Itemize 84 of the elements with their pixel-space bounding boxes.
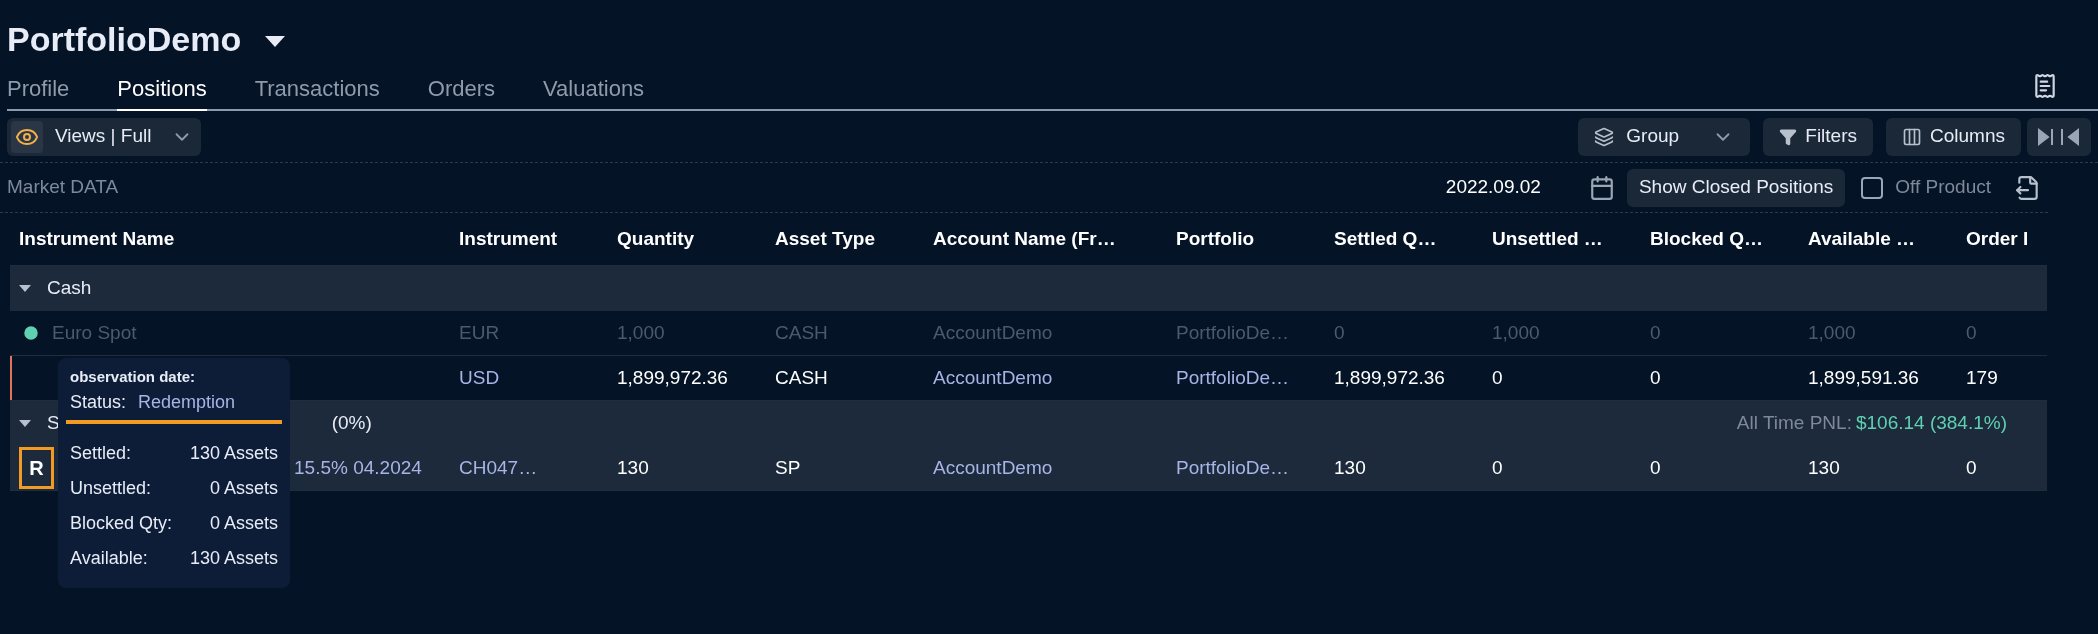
table-cell: 179 xyxy=(1966,366,1998,388)
caret-icon[interactable] xyxy=(19,284,31,293)
tooltip-value: 0 Assets xyxy=(209,511,278,535)
table-cell: 0 xyxy=(1492,456,1503,478)
table-cell: AccountDemo xyxy=(933,456,1053,478)
table-cell: 0 xyxy=(1650,366,1661,388)
views-dropdown[interactable]: Views | Full xyxy=(7,117,202,156)
receipt-icon[interactable] xyxy=(2032,73,2058,99)
table-cell: 1,899,972.36 xyxy=(617,366,728,388)
table-cell: 130 xyxy=(617,456,649,478)
tooltip-value: 130 Assets xyxy=(189,546,278,570)
checkbox-label: Off Product xyxy=(1895,175,1991,200)
clock-icon xyxy=(22,324,40,342)
filter-icon xyxy=(1779,127,1798,146)
group-share: (0%) xyxy=(331,411,372,436)
date-text: 2022.09.02 xyxy=(1445,175,1541,200)
column-header[interactable]: Blocked Q… xyxy=(1650,227,1763,249)
eye-icon xyxy=(11,120,43,153)
table-cell: 1,899,591.36 xyxy=(1808,366,1919,388)
table-cell: 130 xyxy=(1334,456,1366,478)
table-cell: SP xyxy=(775,456,801,478)
table-cell: 130 xyxy=(1808,456,1840,478)
table-cell: PortfolioDe… xyxy=(1176,321,1289,343)
group-row[interactable]: Cash xyxy=(10,266,2047,311)
tab[interactable]: Valuations xyxy=(543,72,645,111)
tooltip-heading: observation date: xyxy=(70,367,197,387)
table-cell: 0 xyxy=(1966,456,1977,478)
table-cell: PortfolioDe… xyxy=(1176,366,1289,388)
show-closed-positions-button[interactable]: Show Closed Positions xyxy=(1626,168,1846,207)
collapse-button[interactable] xyxy=(2027,117,2091,156)
table-cell: USD xyxy=(459,366,500,388)
table-cell: 1,899,972.36 xyxy=(1334,366,1445,388)
tooltip-label: Unsettled: xyxy=(70,476,152,500)
table-cell: AccountDemo xyxy=(933,366,1053,388)
status-badge[interactable]: R xyxy=(19,447,54,489)
group-dropdown[interactable]: Group xyxy=(1578,117,1751,156)
table-cell: CASH xyxy=(775,321,828,343)
table-cell: 1,000 xyxy=(1808,321,1856,343)
column-header[interactable]: Available … xyxy=(1808,227,1915,249)
table-cell: 0 xyxy=(1492,366,1503,388)
column-header[interactable]: Account Name (Fr… xyxy=(933,227,1116,249)
column-header[interactable]: Unsettled … xyxy=(1492,227,1603,249)
table-cell: CASH xyxy=(775,366,828,388)
pnl-label: All Time PNL: xyxy=(1736,411,1852,436)
table-cell: 1,000 xyxy=(1492,321,1540,343)
column-header[interactable]: Quantity xyxy=(617,227,695,249)
pnl-value: $106.14 (384.1%) xyxy=(1855,411,2007,436)
tooltip-label: Blocked Qty: xyxy=(70,511,173,535)
column-header[interactable]: Portfolio xyxy=(1176,227,1255,249)
columns-button[interactable]: Columns xyxy=(1886,117,2021,156)
table-cell: 0 xyxy=(1966,321,1977,343)
table-cell: 1,000 xyxy=(617,321,665,343)
columns-icon xyxy=(1902,126,1922,147)
table-cell: AccountDemo xyxy=(933,321,1053,343)
table-cell: EUR xyxy=(459,321,500,343)
tab[interactable]: Transactions xyxy=(254,72,380,111)
tab[interactable]: Orders xyxy=(427,72,495,111)
column-header[interactable]: Asset Type xyxy=(775,227,875,249)
layers-icon xyxy=(1594,126,1615,147)
calendar-icon[interactable] xyxy=(1588,174,1615,201)
column-header[interactable]: Instrument xyxy=(459,227,558,249)
table-cell: 0 xyxy=(1650,456,1661,478)
table-cell: 0 xyxy=(1650,321,1661,343)
tab[interactable]: Profile xyxy=(7,72,70,111)
table-cell: PortfolioDe… xyxy=(1176,456,1289,478)
group-label: Cash xyxy=(47,276,92,301)
group-label: S xyxy=(47,411,60,436)
column-header[interactable]: Order I xyxy=(1966,227,2029,249)
export-icon[interactable] xyxy=(2015,174,2041,201)
filters-button[interactable]: Filters xyxy=(1763,117,1873,156)
table-cell: CH047… xyxy=(459,456,538,478)
column-header[interactable]: Settled Q… xyxy=(1334,227,1437,249)
caret-icon[interactable] xyxy=(19,419,31,428)
off-product-checkbox[interactable] xyxy=(1861,176,1884,199)
row-marker xyxy=(10,356,12,400)
section-label: Market DATA xyxy=(7,175,119,200)
portfolio-title: PortfolioDemo xyxy=(7,22,242,60)
table-cell-text: 15.5% 04.2024 xyxy=(294,455,422,480)
column-header[interactable]: Instrument Name xyxy=(19,227,175,249)
tooltip-label: Available: xyxy=(70,546,148,570)
tooltip-value: 0 Assets xyxy=(209,476,278,500)
table-cell: 0 xyxy=(1334,321,1345,343)
tab[interactable]: Positions xyxy=(117,72,207,111)
table-cell-text: Euro Spot xyxy=(52,320,137,345)
